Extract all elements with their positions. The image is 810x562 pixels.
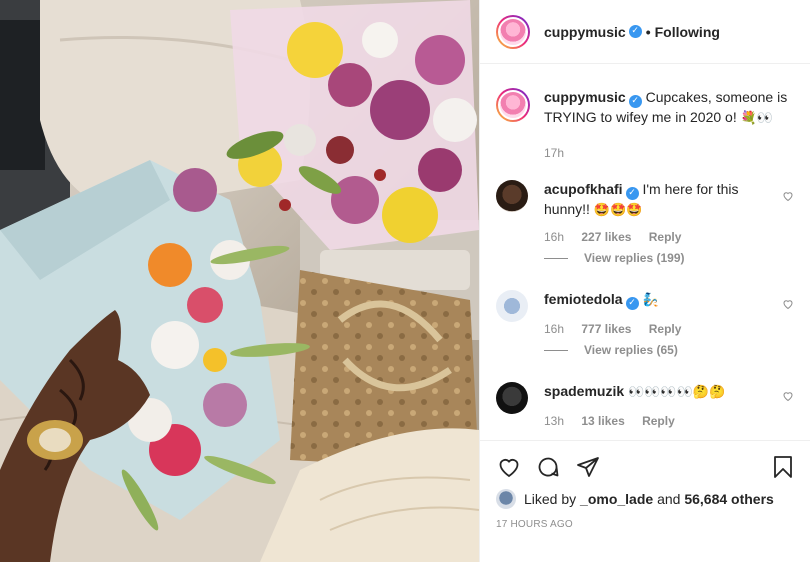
liked-by-prefix: Liked by	[524, 491, 577, 507]
comment-avatar[interactable]	[496, 290, 528, 322]
share-icon[interactable]	[576, 455, 600, 479]
post-header: cuppymusic ✓ • Following	[480, 0, 810, 64]
comment-avatar[interactable]	[496, 180, 528, 212]
liked-by-middle: and	[657, 491, 681, 507]
likes-text: Liked by _omo_lade and 56,684 others	[524, 491, 774, 507]
header-separator: •	[645, 23, 651, 40]
comment-likes[interactable]: 13 likes	[581, 414, 624, 428]
comment-time[interactable]: 13h	[544, 414, 564, 428]
header-username[interactable]: cuppymusic	[544, 24, 626, 40]
comment-avatar[interactable]	[496, 382, 528, 414]
instagram-post: cuppymusic ✓ • Following cuppymusic ✓ Cup…	[0, 0, 810, 562]
verified-badge-icon: ✓	[628, 95, 642, 108]
liker-username[interactable]: _omo_lade	[580, 491, 653, 507]
comment-meta: 16h 777 likes Reply	[544, 322, 695, 336]
comment-username[interactable]: spademuzik	[544, 383, 624, 399]
comment-text: femiotedola ✓ 🧞	[544, 290, 774, 310]
liker-avatar[interactable]	[496, 489, 516, 509]
avatar[interactable]	[496, 14, 530, 49]
comment-like-heart-icon[interactable]	[782, 298, 794, 310]
caption-meta: 17h	[544, 146, 578, 160]
verified-badge-icon: ✓	[628, 25, 642, 38]
view-replies-button[interactable]: View replies (65)	[544, 343, 678, 357]
comment-likes[interactable]: 777 likes	[581, 322, 631, 336]
verified-badge-icon: ✓	[625, 187, 639, 200]
comment-username[interactable]: acupofkhafi	[544, 181, 623, 197]
likes-count-button[interactable]: 56,684 others	[684, 491, 774, 507]
caption-emoji: 💐👀	[740, 111, 773, 126]
photo-illustration	[0, 0, 479, 562]
comment-emoji: 🤩🤩🤩	[593, 203, 643, 218]
bookmark-icon[interactable]	[772, 455, 794, 479]
comment-text: acupofkhafi ✓ I'm here for this hunny!! 🤩…	[544, 180, 774, 220]
comment-reply-button[interactable]: Reply	[649, 322, 682, 336]
comment-time[interactable]: 16h	[544, 322, 564, 336]
comment-time[interactable]: 16h	[544, 230, 564, 244]
comment-text: spademuzik 👀👀👀👀🤔🤔	[544, 382, 774, 402]
caption-time[interactable]: 17h	[544, 146, 564, 160]
post-photo[interactable]	[0, 0, 479, 562]
comment-meta: 16h 227 likes Reply	[544, 230, 695, 244]
comment-like-heart-icon[interactable]	[782, 190, 794, 202]
comment-meta: 13h 13 likes Reply	[544, 414, 689, 428]
post-timestamp[interactable]: 17 HOURS AGO	[496, 519, 573, 530]
replies-divider	[544, 349, 568, 351]
comment-emoji: 👀👀👀👀🤔🤔	[628, 385, 726, 400]
likes-summary: Liked by _omo_lade and 56,684 others	[496, 489, 774, 509]
action-icons	[496, 455, 794, 481]
caption-username[interactable]: cuppymusic	[544, 89, 626, 105]
comment-reply-button[interactable]: Reply	[649, 230, 682, 244]
post-actions: Liked by _omo_lade and 56,684 others 17 …	[480, 440, 810, 562]
car-window	[0, 20, 45, 170]
comment-reply-button[interactable]: Reply	[642, 414, 675, 428]
caption-text: cuppymusic ✓ Cupcakes, someone is TRYING …	[544, 88, 794, 128]
heart-icon[interactable]	[496, 455, 522, 479]
caption-avatar[interactable]	[496, 88, 530, 122]
view-replies-button[interactable]: View replies (199)	[544, 251, 685, 265]
view-replies-label: View replies (65)	[584, 343, 678, 357]
comment-icon[interactable]	[536, 455, 560, 479]
post-side-panel: cuppymusic ✓ • Following cuppymusic ✓ Cup…	[479, 0, 810, 562]
comment-like-heart-icon[interactable]	[782, 390, 794, 402]
comment-username[interactable]: femiotedola	[544, 291, 623, 307]
comment-emoji: 🧞	[642, 293, 659, 308]
comment-likes[interactable]: 227 likes	[581, 230, 631, 244]
following-button[interactable]: Following	[655, 24, 720, 40]
replies-divider	[544, 257, 568, 259]
view-replies-label: View replies (199)	[584, 251, 685, 265]
verified-badge-icon: ✓	[625, 297, 639, 310]
